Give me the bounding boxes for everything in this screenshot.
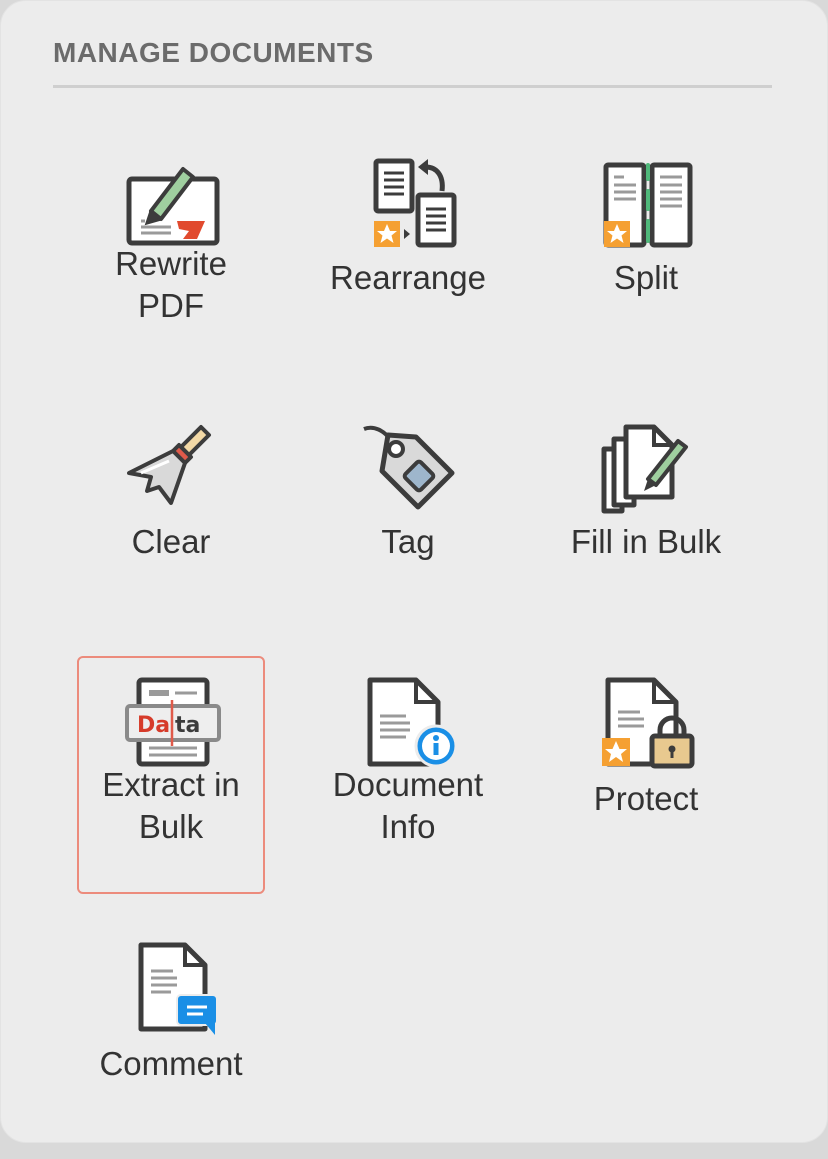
extract-in-bulk-button[interactable]: Da ta Extract in Bulk <box>77 656 265 894</box>
tag-icon <box>360 415 460 515</box>
tag-label: Tag <box>381 523 435 560</box>
split-label: Split <box>613 259 679 296</box>
rearrange-icon <box>360 151 460 251</box>
fill-in-bulk-button[interactable]: Fill in Bulk <box>552 399 740 637</box>
split-icon <box>598 151 698 251</box>
document-info-button[interactable]: Document Info <box>314 656 502 894</box>
comment-label: Comment <box>99 1045 243 1082</box>
protect-button[interactable]: Protect <box>552 656 740 894</box>
comment-button[interactable]: Comment <box>77 921 265 1159</box>
fill-in-bulk-label: Fill in Bulk <box>570 523 722 560</box>
extract-data-icon: Da ta <box>123 672 223 772</box>
svg-text:ta: ta <box>175 713 200 738</box>
rewrite-pdf-icon <box>123 151 223 251</box>
document-info-label: Document Info <box>332 766 484 845</box>
split-button[interactable]: Split <box>552 135 740 373</box>
fill-in-bulk-icon <box>598 415 698 515</box>
clear-button[interactable]: Clear <box>77 399 265 637</box>
manage-documents-panel: MANAGE DOCUMENTS Rewrite PDF Rearrange S… <box>0 0 828 1143</box>
title-divider <box>53 85 772 88</box>
rearrange-button[interactable]: Rearrange <box>314 135 502 373</box>
svg-text:Da: Da <box>137 713 170 738</box>
document-info-icon <box>360 672 460 772</box>
rewrite-pdf-label: Rewrite PDF <box>115 245 227 324</box>
tag-button[interactable]: Tag <box>314 399 502 637</box>
comment-icon <box>123 937 223 1037</box>
extract-in-bulk-label: Extract in Bulk <box>102 766 240 845</box>
broom-icon <box>123 415 223 515</box>
protect-label: Protect <box>593 780 699 817</box>
clear-label: Clear <box>131 523 211 560</box>
rewrite-pdf-button[interactable]: Rewrite PDF <box>77 135 265 373</box>
rearrange-label: Rearrange <box>330 259 486 296</box>
lock-icon <box>598 672 698 772</box>
panel-title: MANAGE DOCUMENTS <box>53 37 374 68</box>
